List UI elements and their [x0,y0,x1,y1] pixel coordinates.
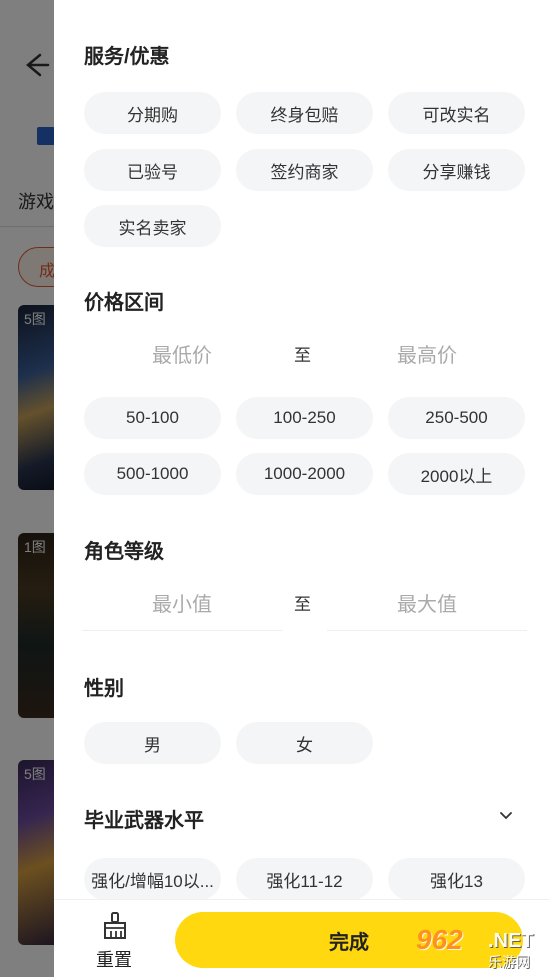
filter-chip-contracted-merchant[interactable]: 签约商家 [236,149,373,191]
level-range-separator: 至 [294,595,311,614]
section-title-weapon: 毕业武器水平 [84,810,204,832]
filter-chip-share-earn[interactable]: 分享赚钱 [388,149,525,191]
price-range-separator: 至 [294,346,311,365]
gender-chip-male[interactable]: 男 [84,722,221,764]
section-title-gender: 性别 [84,678,124,700]
filter-chip-name-changeable[interactable]: 可改实名 [388,92,525,134]
gender-chip-female[interactable]: 女 [236,722,373,764]
weapon-chip[interactable]: 强化13 [388,858,525,900]
price-chip[interactable]: 50-100 [84,397,221,439]
filter-chip-lifetime-guarantee[interactable]: 终身包赔 [236,92,373,134]
section-title-level: 角色等级 [84,541,164,563]
level-max-input[interactable]: 最大值 [327,588,527,617]
watermark-net: .NET [488,930,534,952]
watermark-logo: 962 .NET 乐游网 [408,924,544,972]
price-max-input[interactable]: 最高价 [327,339,527,368]
reset-label: 重置 [96,950,132,970]
price-chip[interactable]: 2000以上 [388,453,525,495]
price-chip[interactable]: 500-1000 [84,453,221,495]
section-title-price: 价格区间 [84,292,164,314]
level-min-input[interactable]: 最小值 [82,588,282,617]
weapon-chip[interactable]: 强化11-12 [236,858,373,900]
section-title-services: 服务/优惠 [84,46,170,68]
price-chip[interactable]: 100-250 [236,397,373,439]
price-chip[interactable]: 1000-2000 [236,453,373,495]
price-min-input[interactable]: 最低价 [82,339,282,368]
weapon-chip[interactable]: 强化/增幅10以... [84,858,221,900]
broom-icon [104,912,126,939]
filter-chip-verified[interactable]: 已验号 [84,149,221,191]
reset-button[interactable]: 重置 [84,908,144,972]
filter-drawer: 服务/优惠 分期购 终身包赔 可改实名 已验号 签约商家 分享赚钱 实名卖家 价… [54,0,549,977]
filter-chip-real-name-seller[interactable]: 实名卖家 [84,205,221,247]
watermark-number: 962 [416,924,463,955]
level-min-underline [82,630,282,631]
chevron-down-icon[interactable] [498,808,514,824]
watermark-cn: 乐游网 [488,954,530,970]
price-chip[interactable]: 250-500 [388,397,525,439]
filter-chip-installment[interactable]: 分期购 [84,92,221,134]
level-max-underline [327,630,527,631]
